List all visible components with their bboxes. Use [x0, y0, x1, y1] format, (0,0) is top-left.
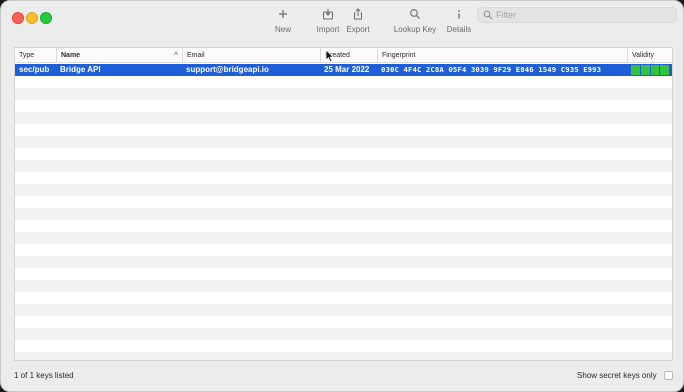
empty-row — [15, 208, 672, 220]
empty-row — [15, 100, 672, 112]
lookup-key-label: Lookup Key — [393, 25, 437, 34]
empty-row — [15, 124, 672, 136]
gpg-keychain-window: New Import Export Lookup Key Details Fil… — [0, 0, 684, 392]
empty-row — [15, 292, 672, 304]
cell-name: Bridge API — [60, 65, 101, 74]
share-icon — [344, 5, 372, 23]
show-secret-keys-label: Show secret keys only — [577, 371, 657, 380]
cell-email: support@bridgeapi.io — [186, 65, 269, 74]
empty-row — [15, 220, 672, 232]
header-validity[interactable]: Validity — [627, 48, 672, 63]
lookup-key-button[interactable]: Lookup Key — [393, 5, 437, 37]
plus-icon — [271, 5, 295, 23]
empty-row — [15, 148, 672, 160]
new-label: New — [274, 25, 291, 34]
empty-row — [15, 268, 672, 280]
keys-count-status: 1 of 1 keys listed — [14, 371, 74, 380]
empty-row — [15, 160, 672, 172]
validity-segment — [650, 65, 660, 75]
empty-row — [15, 76, 672, 88]
empty-row — [15, 304, 672, 316]
details-button[interactable]: Details — [445, 5, 473, 37]
mouse-pointer-icon — [325, 49, 335, 63]
header-email[interactable]: Email — [182, 48, 321, 63]
import-button[interactable]: Import — [314, 5, 342, 37]
empty-row — [15, 280, 672, 292]
header-type[interactable]: Type — [15, 48, 55, 63]
empty-row — [15, 328, 672, 340]
filter-field[interactable] — [477, 7, 677, 23]
empty-row — [15, 316, 672, 328]
import-icon — [314, 5, 342, 23]
cell-created: 25 Mar 2022 — [324, 65, 370, 74]
validity-indicator — [631, 65, 669, 75]
maximize-window-button[interactable] — [40, 12, 52, 24]
empty-row — [15, 196, 672, 208]
header-name-label: Name — [61, 52, 81, 59]
sort-ascending-icon: ^ — [173, 52, 178, 59]
validity-segment — [660, 65, 669, 75]
table-body: sec/pub Bridge API support@bridgeapi.io … — [15, 64, 672, 360]
header-name[interactable]: Name ^ — [56, 48, 182, 63]
table-row[interactable]: sec/pub Bridge API support@bridgeapi.io … — [15, 64, 672, 76]
empty-row — [15, 112, 672, 124]
validity-segment — [631, 65, 640, 75]
info-icon — [445, 5, 473, 23]
cell-fingerprint: 030C 4F4C 2C8A 05F4 3039 9F29 E846 1549 … — [381, 65, 602, 74]
empty-row — [15, 244, 672, 256]
filter-input[interactable] — [496, 9, 671, 21]
export-button[interactable]: Export — [344, 5, 372, 37]
empty-row — [15, 88, 672, 100]
minimize-window-button[interactable] — [26, 12, 38, 24]
close-window-button[interactable] — [12, 12, 24, 24]
new-button[interactable]: New — [271, 5, 295, 37]
empty-row — [15, 352, 672, 360]
details-label: Details — [446, 25, 472, 34]
export-label: Export — [346, 25, 370, 34]
keys-table: Type Name ^ Email Created Fingerprint Va… — [14, 47, 673, 361]
search-icon — [483, 10, 493, 20]
empty-row — [15, 172, 672, 184]
cell-type: sec/pub — [19, 65, 50, 74]
show-secret-keys-checkbox[interactable] — [664, 371, 673, 380]
toolbar: New Import Export Lookup Key Details — [1, 1, 683, 41]
empty-row — [15, 136, 672, 148]
magnifier-icon — [393, 5, 437, 23]
validity-segment — [640, 65, 650, 75]
header-fingerprint[interactable]: Fingerprint — [377, 48, 627, 63]
table-header: Type Name ^ Email Created Fingerprint Va… — [15, 48, 672, 63]
empty-row — [15, 232, 672, 244]
empty-row — [15, 256, 672, 268]
empty-row — [15, 340, 672, 352]
empty-row — [15, 184, 672, 196]
import-label: Import — [316, 25, 340, 34]
